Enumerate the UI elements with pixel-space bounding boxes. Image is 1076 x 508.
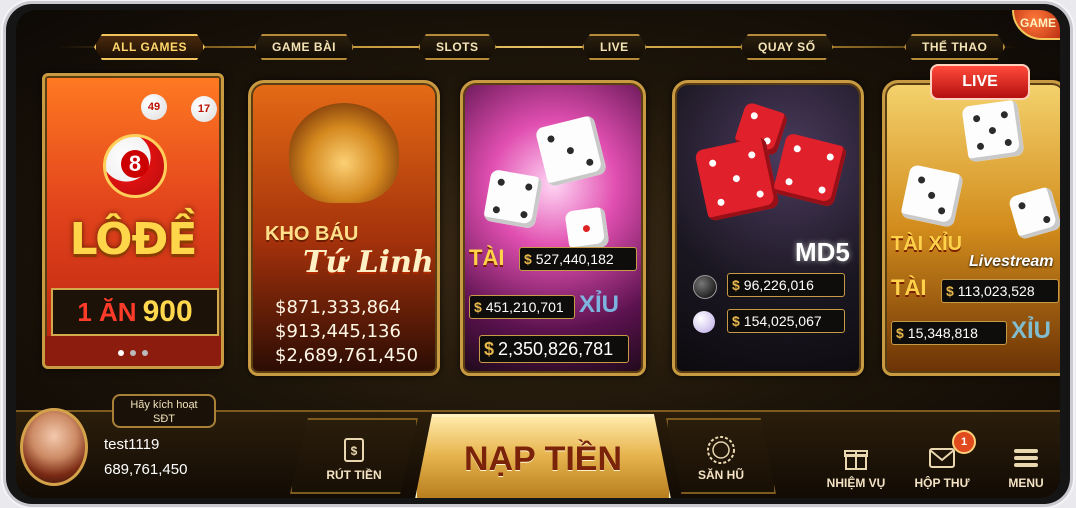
user-avatar[interactable] (20, 408, 88, 486)
withdraw-button[interactable]: $ RÚT TIỀN (290, 418, 418, 494)
xiu-amount: 451,210,701 (485, 299, 564, 315)
dice-icon (694, 136, 780, 222)
khobau-title-top: KHO BÁU (265, 223, 359, 245)
tai-pot: $113,023,528 (941, 279, 1059, 303)
lottery-ball: 49 (141, 94, 167, 120)
deposit-button[interactable]: NẠP TIỀN (414, 414, 672, 498)
user-balance: 689,761,450 (104, 461, 188, 478)
khobau-title-bottom: Tứ Linh (303, 245, 434, 280)
black-orb-icon (693, 275, 717, 299)
dice-icon (482, 168, 544, 230)
game-card-tai-xiu[interactable]: TÀI $527,440,182 $451,210,701 XỈU $2,350… (460, 80, 646, 376)
hint-line-1: Hãy kích hoạt (130, 399, 198, 411)
dice-icon (899, 163, 965, 229)
game-card-tai-xiu-livestream[interactable]: TÀI XỈU Livestream TÀI $113,023,528 $15,… (882, 80, 1060, 376)
gift-icon (841, 444, 871, 472)
svg-text:$: $ (351, 444, 358, 458)
tab-the-thao[interactable]: THỂ THAO (904, 34, 1005, 60)
tab-all-games[interactable]: ALL GAMES (94, 34, 205, 60)
hamburger-menu-icon (1011, 444, 1041, 472)
white-orb-icon (693, 311, 715, 333)
lottery-ball: 17 (191, 96, 217, 122)
tab-live[interactable]: LIVE (582, 34, 647, 60)
dice-icon (564, 206, 610, 252)
xiu-pot: $451,210,701 (469, 295, 575, 319)
activate-phone-hint[interactable]: Hãy kích hoạt SĐT (112, 394, 216, 428)
lottery-ball-icon: 8 (103, 134, 167, 198)
md5-title: MD5 (795, 237, 850, 267)
xiu-amount: 15,348,818 (907, 325, 978, 341)
jackpot-seal-icon (706, 436, 736, 464)
withdraw-label: RÚT TIỀN (326, 468, 382, 482)
ball-number: 8 (121, 150, 149, 178)
livestream-title: TÀI XỈU (891, 233, 963, 255)
live-badge: LIVE (930, 64, 1030, 100)
game-lobby-screen: ALL GAMES GAME BÀI SLOTS LIVE QUAY SỐ TH… (16, 10, 1060, 498)
tab-quay-so[interactable]: QUAY SỐ (740, 34, 834, 60)
carousel-dot[interactable] (142, 350, 148, 356)
dragon-icon (289, 103, 399, 203)
white-amount: 154,025,067 (743, 313, 822, 329)
black-pot: $96,226,016 (727, 273, 845, 297)
carousel-dot[interactable] (130, 350, 136, 356)
jackpot-amount: $913,445,136 (275, 321, 401, 342)
cash-withdraw-icon: $ (339, 436, 369, 464)
hint-line-2: SĐT (153, 413, 175, 425)
jackpot-hall-label: SĂN HŨ (697, 468, 744, 482)
jackpot-amount: $871,333,864 (275, 297, 401, 318)
mail-icon (927, 444, 957, 472)
jackpot-pot: $2,350,826,781 (479, 335, 629, 363)
dice-icon (961, 99, 1025, 163)
tai-amount: 113,023,528 (957, 283, 1035, 299)
inbox-label: HỘP THƯ (914, 476, 970, 490)
carousel-dot[interactable] (118, 350, 124, 356)
ratio-left: 1 ĂN (77, 296, 137, 327)
username: test1119 (104, 436, 160, 453)
game-card-kho-bau-tu-linh[interactable]: KHO BÁU Tứ Linh $871,333,864 $913,445,13… (248, 80, 440, 376)
tai-label: TÀI (891, 275, 927, 300)
dice-icon (534, 114, 608, 188)
livestream-subtitle: Livestream (969, 253, 1054, 270)
xiu-pot: $15,348,818 (891, 321, 1007, 345)
tab-slots[interactable]: SLOTS (418, 34, 497, 60)
white-pot: $154,025,067 (727, 309, 845, 333)
black-amount: 96,226,016 (743, 277, 814, 293)
tai-label: TÀI (469, 245, 505, 270)
xiu-label: XỈU (1011, 317, 1052, 344)
inbox-count-badge: 1 (952, 430, 976, 454)
dice-icon (772, 132, 848, 208)
ratio-right: 900 (142, 295, 193, 328)
menu-button[interactable]: MENU (996, 430, 1056, 490)
jackpot-hall-button[interactable]: SĂN HŨ (666, 418, 776, 494)
jackpot-amount: $2,689,761,450 (275, 345, 419, 366)
category-tabs: ALL GAMES GAME BÀI SLOTS LIVE QUAY SỐ TH… (16, 32, 1060, 60)
xiu-label: XỈU (579, 291, 620, 318)
tai-pot: $527,440,182 (519, 247, 637, 271)
device-frame: ALL GAMES GAME BÀI SLOTS LIVE QUAY SỐ TH… (6, 4, 1070, 504)
missions-label: NHIỆM VỤ (826, 476, 886, 490)
tai-amount: 527,440,182 (535, 251, 614, 267)
menu-label: MENU (1008, 476, 1044, 490)
carousel-dots[interactable] (45, 350, 221, 356)
lode-title: LÔĐỀ (69, 214, 198, 265)
missions-button[interactable]: NHIỆM VỤ (816, 430, 896, 490)
dice-icon (1007, 185, 1060, 241)
game-card-lode[interactable]: 49 17 8 LÔĐỀ 1 ĂN 900 (42, 73, 224, 369)
deposit-label: NẠP TIỀN (463, 439, 623, 478)
jackpot-amount: 2,350,826,781 (498, 338, 614, 359)
game-card-md5[interactable]: MD5 $96,226,016 $154,025,067 (672, 80, 864, 376)
payout-ratio: 1 ĂN 900 (51, 288, 219, 336)
tab-game-bai[interactable]: GAME BÀI (254, 34, 354, 60)
